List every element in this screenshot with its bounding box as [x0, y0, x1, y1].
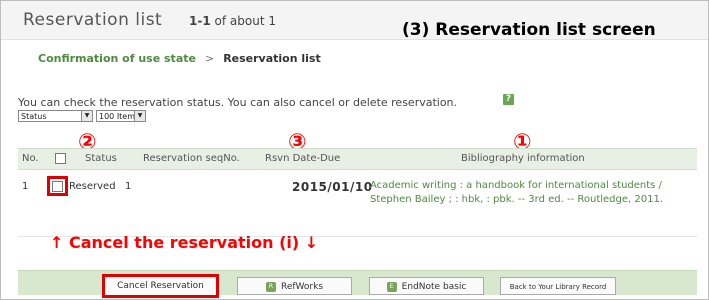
help-icon[interactable]: ?	[503, 94, 514, 105]
row-biblio-link[interactable]: Academic writing : a handbook for intern…	[370, 179, 700, 207]
breadcrumb-link-use-state[interactable]: Confirmation of use state	[38, 52, 196, 65]
back-to-library-button[interactable]: Back to Your Library Record	[500, 277, 616, 295]
refworks-label: RefWorks	[280, 282, 324, 292]
row-no: 1	[22, 181, 29, 192]
page-title: Reservation list	[23, 10, 163, 30]
result-range: 1-1	[189, 14, 211, 28]
breadcrumb-current: Reservation list	[223, 52, 321, 65]
col-header-status[interactable]: Status	[85, 153, 117, 164]
row-seq: 1	[125, 181, 132, 192]
refworks-button[interactable]: R RefWorks	[237, 277, 352, 295]
breadcrumb: Confirmation of use state > Reservation li…	[38, 52, 321, 65]
row-date: 2015/01/10	[292, 180, 373, 194]
status-filter-select[interactable]: Status ▼	[18, 110, 93, 122]
annotation-cancel-note: ↑ Cancel the reservation (i) ↓	[50, 233, 319, 252]
cancel-reservation-label: Cancel Reservation	[117, 281, 204, 291]
page-description: You can check the reservation status. Yo…	[18, 96, 458, 109]
col-header-no: No.	[22, 153, 39, 164]
result-total: of about 1	[214, 14, 276, 28]
annotation-screen-title: (3) Reservation list screen	[402, 20, 656, 40]
endnote-icon: E	[386, 281, 397, 292]
col-header-biblio[interactable]: Bibliography information	[461, 153, 585, 164]
chevron-down-icon: ▼	[81, 111, 92, 121]
row-status: Reserved	[69, 181, 116, 192]
col-header-date[interactable]: Rsvn Date-Due	[265, 153, 340, 164]
cancel-reservation-button[interactable]: Cancel Reservation	[102, 274, 219, 298]
endnote-button[interactable]: E EndNote basic	[369, 277, 484, 295]
col-header-seq[interactable]: Reservation seqNo.	[143, 153, 240, 164]
row-select-checkbox[interactable]	[52, 181, 63, 192]
status-filter-value: Status	[21, 112, 47, 121]
result-count: 1-1 of about 1	[189, 14, 276, 28]
items-per-page-select[interactable]: 100 Items ▼	[96, 110, 146, 122]
back-to-library-label: Back to Your Library Record	[509, 283, 607, 291]
select-all-checkbox[interactable]	[55, 153, 66, 164]
endnote-label: EndNote basic	[401, 282, 467, 292]
chevron-down-icon: ▼	[134, 111, 145, 121]
refworks-icon: R	[265, 281, 276, 292]
table-header-row	[18, 148, 697, 170]
breadcrumb-separator: >	[204, 52, 215, 65]
